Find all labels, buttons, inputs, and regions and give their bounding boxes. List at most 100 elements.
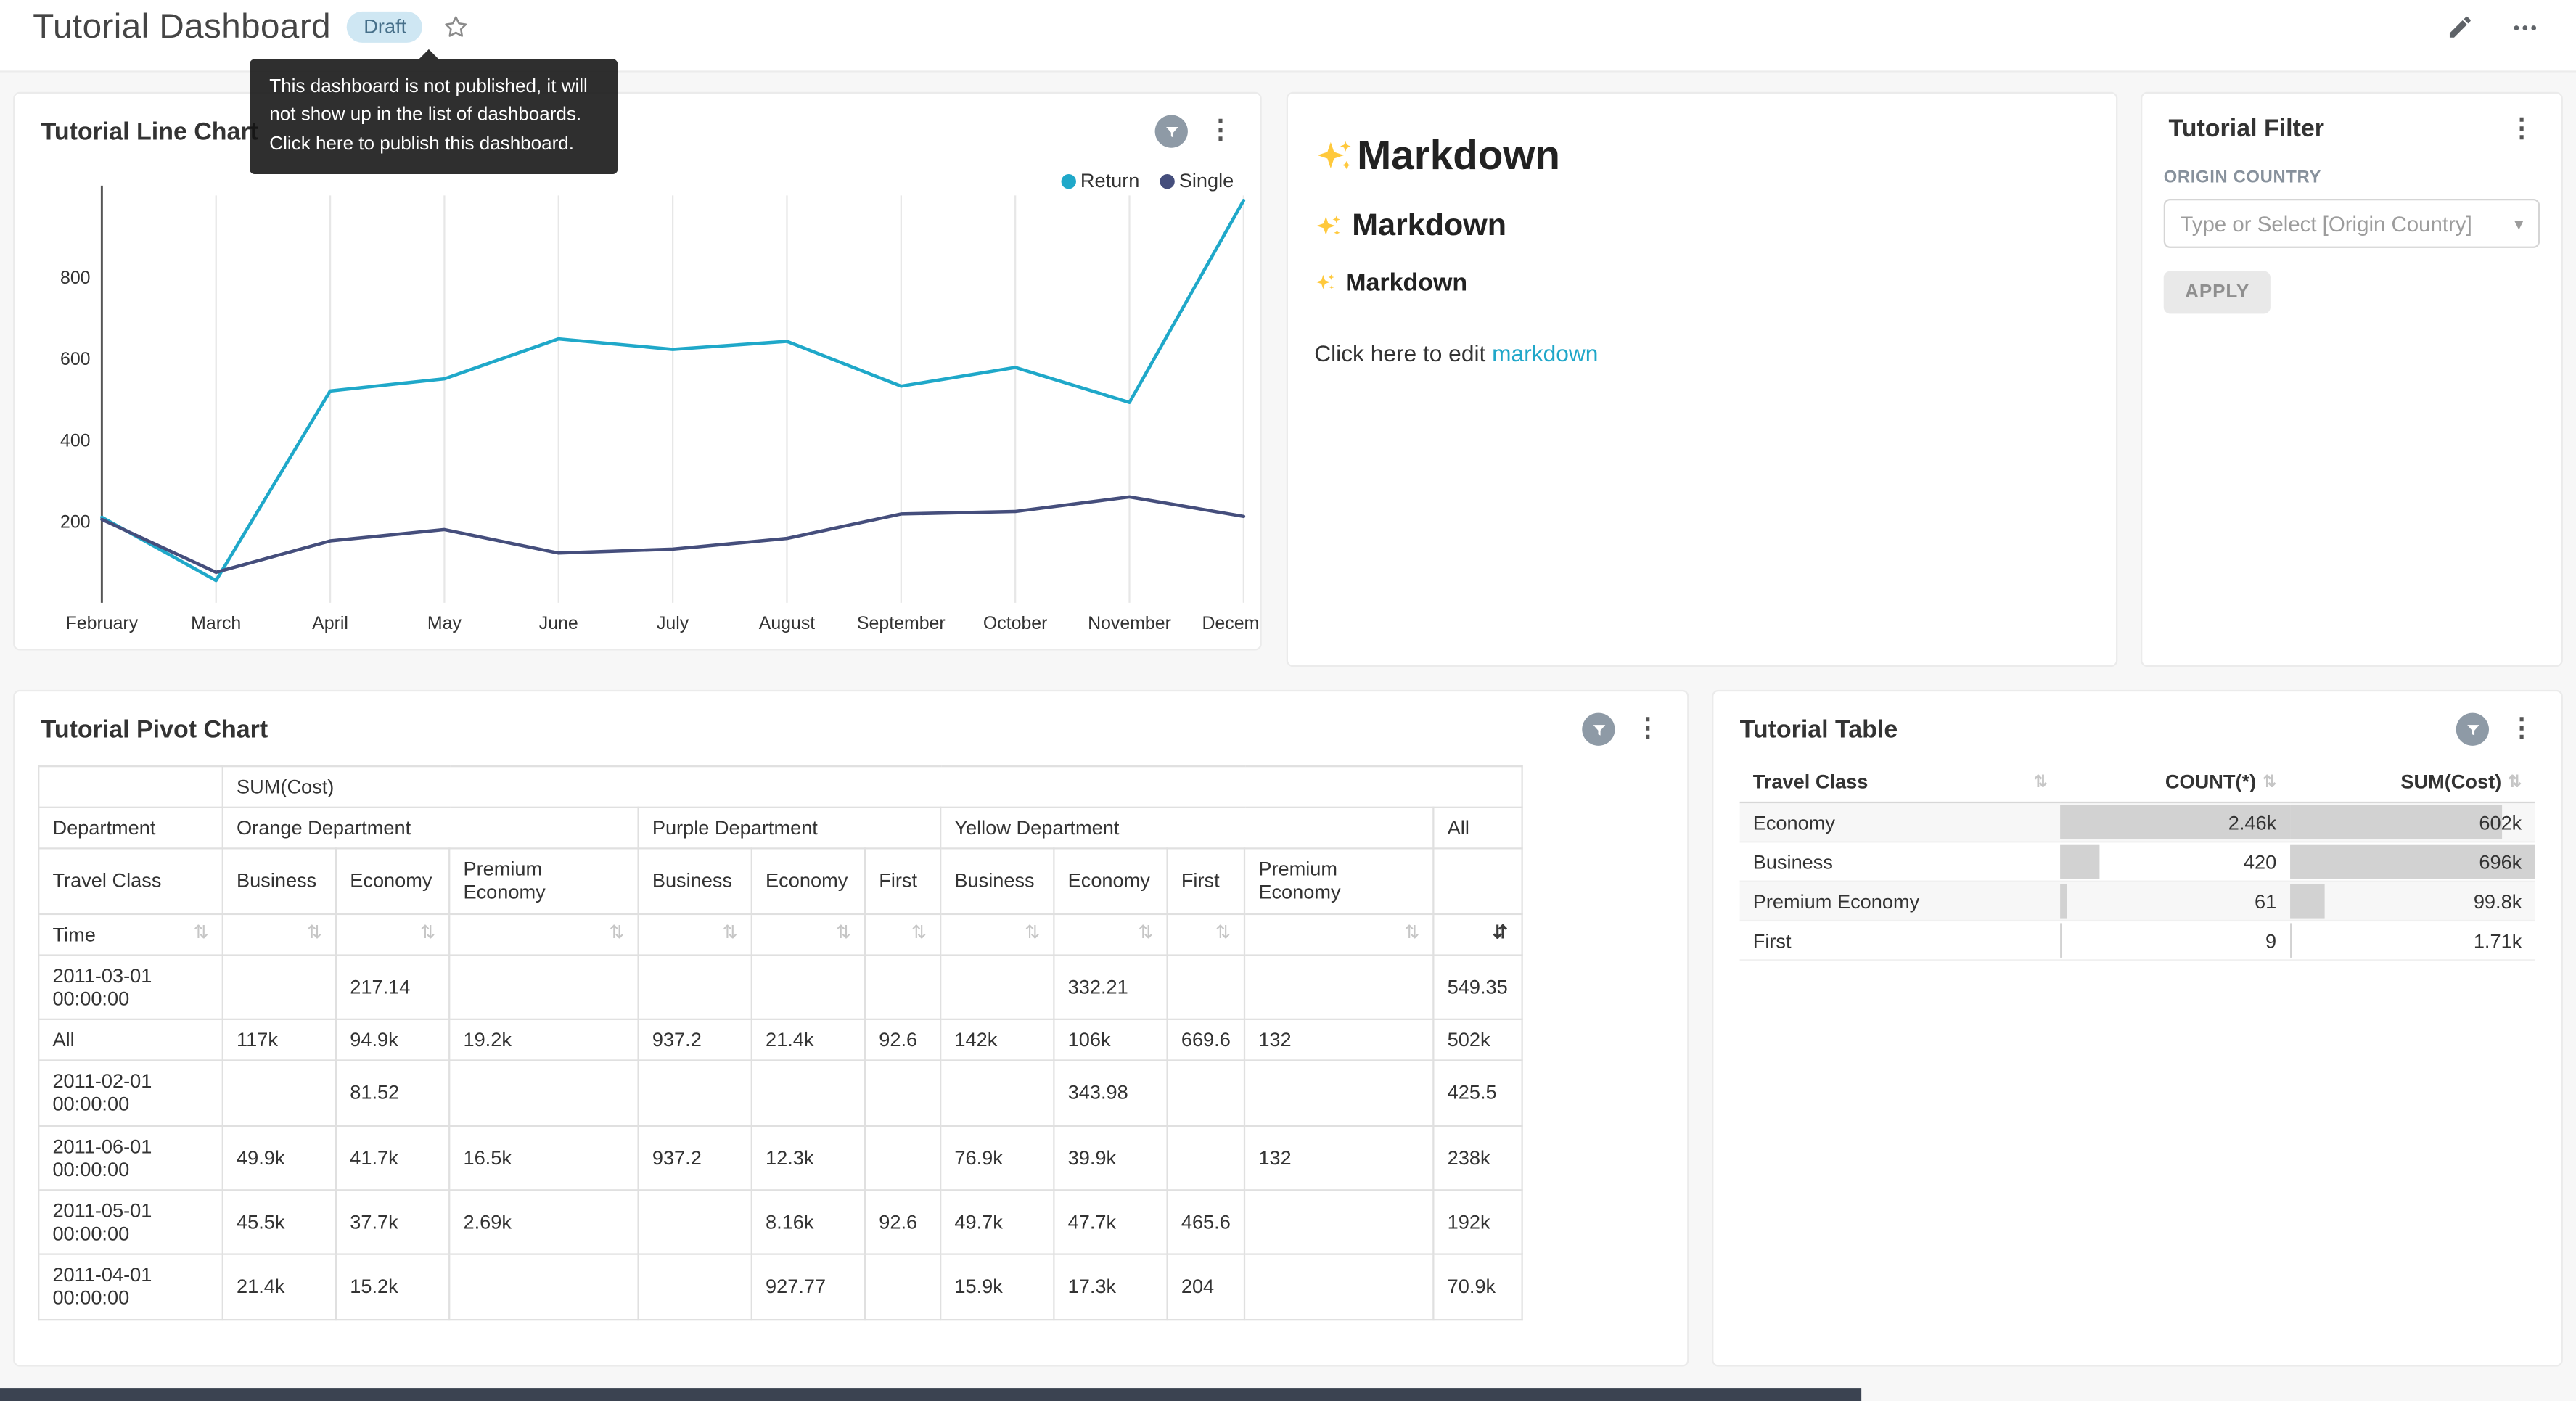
data-table: Travel Class⇅COUNT(*)⇅SUM(Cost)⇅ Economy… [1740,763,2535,961]
select-placeholder: Type or Select [Origin Country] [2180,211,2472,236]
sort-icon[interactable]: ⇅ [2034,773,2048,791]
pivot-value-cell: 19.2k [449,1019,638,1061]
pivot-value-cell [449,955,638,1019]
pivot-value-cell: 669.6 [1168,1019,1244,1061]
sort-icon[interactable]: ⇅ [420,924,435,945]
svg-text:December: December [1202,613,1261,633]
pivot-value-cell: 132 [1244,1019,1433,1061]
sort-active-icon[interactable]: ⇵ [1493,924,1508,945]
pivot-card-title: Tutorial Pivot Chart [41,715,268,743]
sort-icon[interactable]: ⇅ [723,924,738,945]
svg-text:June: June [539,613,578,633]
pivot-value-cell [449,1254,638,1319]
col-header-count[interactable]: COUNT(*)⇅ [2061,763,2289,802]
pivot-sort-cell[interactable]: ⇅ [1054,913,1167,955]
pivot-sort-cell[interactable]: ⇅ [639,913,752,955]
svg-text:May: May [427,613,462,633]
pivot-time-cell: 2011-03-01 00:00:00 [38,955,223,1019]
pivot-metric-row: SUM(Cost) [38,766,1522,808]
origin-country-label: ORIGIN COUNTRY [2164,168,2540,187]
apply-button[interactable]: APPLY [2164,271,2271,314]
pivot-class-label: Travel Class [38,849,223,913]
pivot-group-header: All [1433,808,1522,849]
more-menu-icon[interactable] [2510,12,2540,42]
sort-icon[interactable]: ⇅ [1138,924,1153,945]
pivot-class-header: Economy [752,849,865,913]
pivot-time-header[interactable]: Time⇅ [38,913,223,955]
pivot-class-header: First [865,849,940,913]
pivot-sort-cell[interactable]: ⇅ [223,913,336,955]
count-cell: 61 [2061,882,2289,921]
sort-icon[interactable]: ⇅ [836,924,851,945]
pivot-row: 2011-06-01 00:00:0049.9k41.7k16.5k937.21… [38,1125,1522,1190]
pivot-class-header: Premium Economy [1244,849,1433,913]
filter-indicator-icon[interactable] [1582,713,1615,746]
kebab-menu-icon[interactable]: ⋮ [2506,116,2538,142]
pivot-value-cell: 2.69k [449,1190,638,1254]
pivot-metric-header: SUM(Cost) [223,766,1522,808]
svg-text:November: November [1088,613,1171,633]
sum-cell: 602k [2289,802,2535,842]
table-row[interactable]: Economy2.46k602k [1740,802,2535,842]
sort-icon[interactable]: ⇅ [1404,924,1419,945]
pivot-sort-cell[interactable]: ⇵ [1433,913,1522,955]
table-row[interactable]: Business420696k [1740,842,2535,881]
pivot-sort-cell[interactable]: ⇅ [336,913,449,955]
filter-card: Tutorial Filter ⋮ ORIGIN COUNTRY Type or… [2141,92,2563,667]
data-table-wrap: Travel Class⇅COUNT(*)⇅SUM(Cost)⇅ Economy… [1713,746,2561,961]
pivot-sort-row: Time⇅⇅⇅⇅⇅⇅⇅⇅⇅⇅⇅⇵ [38,913,1522,955]
kebab-menu-icon[interactable]: ⋮ [2506,716,2538,742]
pivot-value-cell: 343.98 [1054,1061,1167,1125]
kebab-menu-icon[interactable]: ⋮ [1631,716,1664,742]
draft-badge[interactable]: Draft [348,12,423,43]
sort-icon[interactable]: ⇅ [307,924,322,945]
markdown-paragraph-text: Click here to edit [1314,340,1492,366]
pivot-value-cell: 927.77 [752,1254,865,1319]
pivot-row: 2011-03-01 00:00:00217.14332.21549.35 [38,955,1522,1019]
favorite-star-icon[interactable] [443,13,470,41]
publish-tooltip[interactable]: This dashboard is not published, it will… [250,59,618,174]
markdown-edit-link[interactable]: markdown [1492,340,1598,366]
table-row[interactable]: Premium Economy6199.8k [1740,882,2535,921]
count-bar [2061,884,2067,919]
filter-indicator-icon[interactable] [2456,713,2489,746]
markdown-h2-text: Markdown [1352,209,1506,245]
pivot-value-cell: 70.9k [1433,1254,1522,1319]
svg-text:April: April [312,613,348,633]
col-header-travel-class[interactable]: Travel Class⇅ [1740,763,2061,802]
svg-text:200: 200 [60,512,91,533]
sort-icon[interactable]: ⇅ [1215,924,1231,945]
sort-icon[interactable]: ⇅ [2508,773,2522,791]
markdown-card: Markdown Markdown Markdown Click here to… [1287,92,2118,667]
chart-legend: Return Single [1061,169,1234,192]
edit-pencil-icon[interactable] [2446,13,2474,41]
pivot-class-header: First [1168,849,1244,913]
pivot-value-cell [223,1061,336,1125]
sparkles-icon [1314,213,1342,240]
pivot-value-cell [752,1061,865,1125]
legend-item-single[interactable]: Single [1160,169,1234,192]
legend-item-return[interactable]: Return [1061,169,1140,192]
table-row[interactable]: First91.71k [1740,921,2535,960]
pivot-value-cell: 15.2k [336,1254,449,1319]
pivot-row: 2011-05-01 00:00:0045.5k37.7k2.69k8.16k9… [38,1190,1522,1254]
pivot-sort-cell[interactable]: ⇅ [940,913,1054,955]
col-header-sum[interactable]: SUM(Cost)⇅ [2289,763,2535,802]
pivot-sort-cell[interactable]: ⇅ [1244,913,1433,955]
pivot-value-cell: 238k [1433,1125,1522,1190]
pivot-group-header: Purple Department [639,808,941,849]
origin-country-select[interactable]: Type or Select [Origin Country] ▾ [2164,199,2540,248]
pivot-sort-cell[interactable]: ⇅ [449,913,638,955]
sort-icon[interactable]: ⇅ [609,924,624,945]
pivot-value-cell: 49.9k [223,1125,336,1190]
pivot-sort-cell[interactable]: ⇅ [752,913,865,955]
sort-icon[interactable]: ⇅ [194,923,209,945]
pivot-value-cell [639,1061,752,1125]
pivot-sort-cell[interactable]: ⇅ [1168,913,1244,955]
sort-icon[interactable]: ⇅ [911,924,927,945]
pivot-sort-cell[interactable]: ⇅ [865,913,940,955]
sort-icon[interactable]: ⇅ [2263,773,2276,791]
pivot-value-cell [639,1190,752,1254]
pivot-class-header [1433,849,1522,913]
sort-icon[interactable]: ⇅ [1025,924,1040,945]
